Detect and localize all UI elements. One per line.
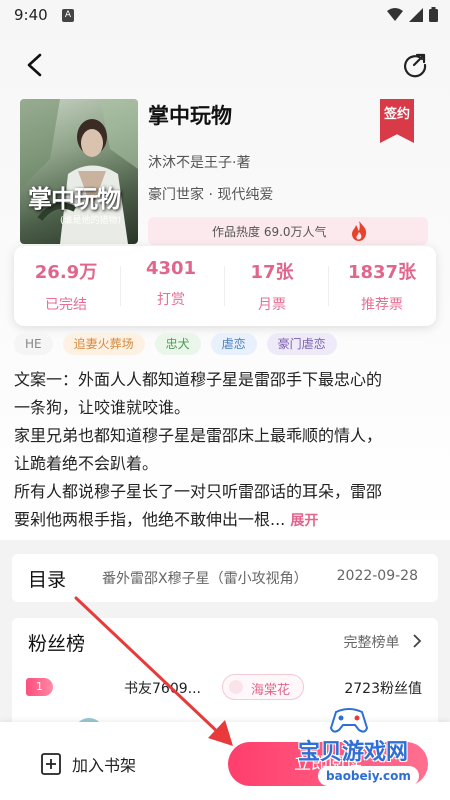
signal-icon <box>409 7 423 22</box>
wifi-icon <box>387 7 403 21</box>
gamepad-icon <box>329 708 369 733</box>
catalog-card[interactable]: 目录 番外雷邵X穆子星（雷小攻视角） 2022-09-28 <box>12 554 438 602</box>
stat-words: 26.9万 已完结 <box>16 258 116 314</box>
synopsis: 文案一：外面人人都知道穆子星是雷邵手下最忠心的 一条狗，让咬谁就咬谁。 家里兄弟… <box>14 366 438 535</box>
fan-score: 2723粉丝值 <box>344 681 422 697</box>
share-button[interactable] <box>400 50 430 80</box>
tag-angst[interactable]: 虐恋 <box>210 333 257 355</box>
stat-monthly-ticket[interactable]: 17张 月票 <box>222 258 322 314</box>
book-cover[interactable]: 掌中玩物 (谁是他的猎物) <box>20 99 138 244</box>
synopsis-line: 所有人都说穆子星长了一对只听雷邵话的耳朵，雷邵 <box>14 482 383 501</box>
watermark-text: 宝贝游戏网 <box>298 740 409 765</box>
latest-chapter-date: 2022-09-28 <box>336 568 418 584</box>
flame-icon <box>352 221 367 241</box>
stat-label: 打赏 <box>157 292 185 308</box>
cover-title-text: 掌中玩物 <box>28 184 121 213</box>
tag-chase-wife[interactable]: 追妻火葬场 <box>62 333 145 355</box>
notification-a-icon: A <box>62 9 74 22</box>
synopsis-line: 要剁他两根手指，他绝不敢伸出一根... <box>14 510 286 529</box>
latest-chapter: 番外雷邵X穆子星（雷小攻视角） <box>102 571 308 587</box>
heat-bar: 作品热度 69.0万人气 <box>148 217 428 245</box>
full-ranking-label: 完整榜单 <box>343 635 400 651</box>
add-to-shelf-label: 加入书架 <box>72 756 137 775</box>
back-button[interactable] <box>20 50 50 80</box>
stat-value: 26.9万 <box>34 262 98 283</box>
rank-badge: 1 <box>26 678 53 696</box>
fan-level-badge: 海棠花 <box>222 674 304 700</box>
add-to-shelf-button[interactable]: 加入书架 <box>40 752 136 776</box>
book-title: 掌中玩物 <box>148 104 232 128</box>
synopsis-line: 家里兄弟也都知道穆子星是雷邵床上最乖顺的情人， <box>14 426 383 445</box>
watermark-url: baobeiy.com <box>318 766 419 786</box>
fans-title: 粉丝榜 <box>28 633 86 655</box>
status-time: 9:40 <box>14 6 48 24</box>
add-book-icon <box>41 753 61 775</box>
synopsis-line: 一条狗，让咬谁就咬谁。 <box>14 398 191 417</box>
stat-label: 已完结 <box>45 297 87 313</box>
book-author[interactable]: 沐沐不是王子·著 <box>148 152 250 172</box>
book-genre: 豪门世家 · 现代纯爱 <box>148 187 274 203</box>
cover-subtitle-text: (谁是他的猎物) <box>60 216 122 226</box>
flower-icon <box>229 680 243 694</box>
watermark: 宝贝游戏网 baobeiy.com <box>288 700 448 800</box>
fan-name[interactable]: 书友7609... <box>124 678 201 698</box>
status-icons <box>387 7 438 22</box>
stat-reward[interactable]: 4301 打赏 <box>121 258 221 309</box>
tag-list: HE 追妻火葬场 忠犬 虐恋 豪门虐恋 <box>14 333 337 357</box>
share-icon <box>403 53 427 78</box>
synopsis-line: 文案一：外面人人都知道穆子星是雷邵手下最忠心的 <box>14 370 383 389</box>
status-bar: 9:40 A <box>0 0 450 32</box>
full-ranking-link[interactable]: 完整榜单 <box>344 632 422 652</box>
tag-he[interactable]: HE <box>14 333 53 355</box>
fan-level-text: 海棠花 <box>251 683 291 698</box>
back-arrow-icon <box>27 53 42 77</box>
stat-label: 推荐票 <box>361 297 403 313</box>
stat-divider <box>328 266 329 306</box>
chevron-right-icon <box>413 634 422 648</box>
synopsis-last-line: 要剁他两根手指，他绝不敢伸出一根... 展开 <box>14 506 438 535</box>
stat-label: 月票 <box>258 297 286 313</box>
stat-value: 4301 <box>145 258 197 279</box>
catalog-title: 目录 <box>28 569 67 591</box>
synopsis-line: 让跪着绝不会趴着。 <box>14 454 159 473</box>
heat-text: 作品热度 69.0万人气 <box>212 225 327 239</box>
expand-link[interactable]: 展开 <box>290 513 318 529</box>
stat-value: 1837张 <box>347 262 417 283</box>
stat-recommend-ticket[interactable]: 1837张 推荐票 <box>332 258 432 314</box>
tag-wealthy-angst[interactable]: 豪门虐恋 <box>266 333 337 355</box>
stats-card: 26.9万 已完结 4301 打赏 17张 月票 1837张 推荐票 <box>14 246 436 326</box>
tag-loyal-dog[interactable]: 忠犬 <box>154 333 201 355</box>
battery-icon <box>429 7 438 22</box>
stat-value: 17张 <box>250 262 294 283</box>
